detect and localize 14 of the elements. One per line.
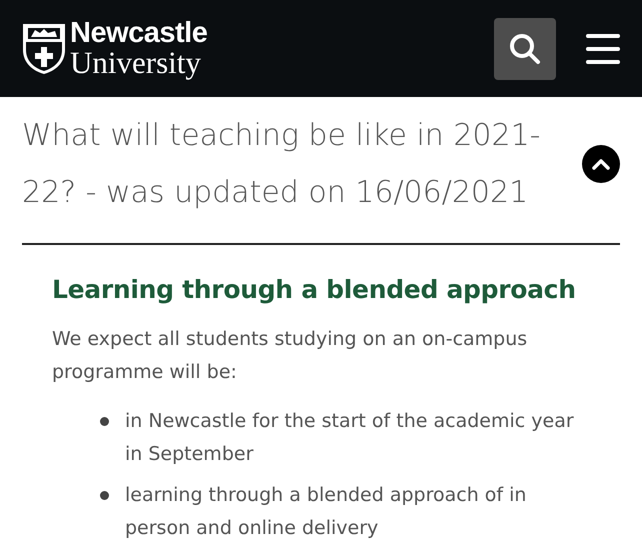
chevron-icon bbox=[592, 158, 610, 170]
collapse-button[interactable] bbox=[582, 145, 620, 183]
menu-button[interactable] bbox=[586, 32, 620, 64]
bullet-icon bbox=[100, 491, 109, 500]
logo-text: University bbox=[70, 48, 202, 78]
menu-icon bbox=[586, 32, 620, 64]
bullet-text: learning through a blended approach of in person and online delivery bbox=[125, 483, 528, 541]
intro-text: We expect all students studying on an on-campus programme will be: bbox=[52, 327, 528, 385]
accordion-title[interactable]: What will teaching be like in 2021-22? - was updated on 16/06/2021 bbox=[22, 107, 566, 221]
bullet-icon bbox=[100, 417, 109, 426]
shield-icon bbox=[22, 22, 66, 74]
search-button[interactable] bbox=[494, 18, 556, 80]
section-heading: Learning through a blended approach bbox=[52, 275, 577, 305]
logo-text: Newcastle bbox=[70, 19, 208, 48]
